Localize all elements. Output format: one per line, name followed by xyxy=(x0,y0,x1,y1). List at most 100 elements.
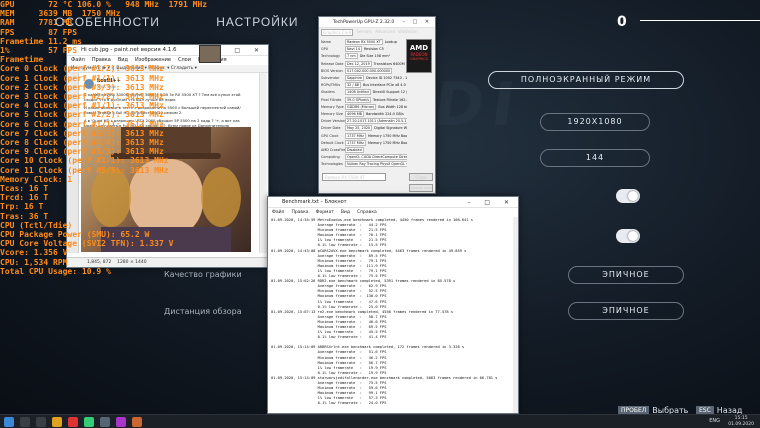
quality-option-1[interactable]: ЭПИЧНОЕ xyxy=(568,266,684,284)
gpuz-row-label: Subvendor xyxy=(321,76,340,81)
notepad-text[interactable]: 01-09-2020, 14:35:59 MetroExodus.exe ben… xyxy=(268,217,518,407)
benchmark-line: 0.1% low framerate : 24.0 FPS xyxy=(271,401,387,406)
update-button[interactable]: Update Now xyxy=(409,184,433,192)
osd-line: Trp: 16 T xyxy=(0,202,44,212)
osd-line: MEM 3639 MB 1750 MHz xyxy=(0,9,121,19)
fullscreen-option[interactable]: ПОЛНОЭКРАННЫЙ РЕЖИМ xyxy=(488,71,684,89)
app-icon[interactable] xyxy=(132,417,142,427)
gpuz-row-value: 59.0 GPixel/s xyxy=(345,96,372,103)
osd-line: FPS 87 FPS xyxy=(0,27,78,37)
osd-line: RAM 7781 MB xyxy=(0,18,73,28)
graphics-quality-label: Качество графики xyxy=(164,270,242,279)
gpuz-row: GPU Clock 1737 MHzMemory 1750 MHz Boost 1… xyxy=(321,132,407,140)
osd-line: Core 7 Clock (perf #3/3): 3613 MHz xyxy=(0,128,164,138)
osd-line: Core 9 Clock (perf #3/3): 3613 MHz xyxy=(0,147,164,157)
osd-line: GPU 72 °C 106.0 % 948 MHz 1791 MHz xyxy=(0,0,208,9)
gpuz-row-label: Name xyxy=(321,40,332,44)
menu-item[interactable]: Правка xyxy=(291,210,308,215)
window-controls[interactable]: – □ ✕ xyxy=(217,45,265,56)
gpuz-row-value: May 25, 2020 xyxy=(345,125,373,132)
osd-line: Vcore: 1.356 V xyxy=(0,248,68,258)
app-icon[interactable] xyxy=(116,417,126,427)
osd-line: Core 5 Clock (perf #2/2): 3613 MHz xyxy=(0,110,164,120)
gpuz-row-extra: Transistors 6400M xyxy=(373,61,405,66)
gpuz-row-label: GPU Clock xyxy=(321,133,339,138)
gpuz-row-extra: Memory 1750 MHz Boost 1845 MHz xyxy=(367,133,407,138)
header-divider xyxy=(640,20,760,21)
start-icon[interactable] xyxy=(4,417,14,427)
window-controls[interactable]: – □ ✕ xyxy=(467,197,515,208)
app-icon[interactable] xyxy=(84,417,94,427)
gpuz-row: BIOS Version 017.002.000.000.000000 xyxy=(321,67,407,75)
app-icon[interactable] xyxy=(100,417,110,427)
gpuz-tab[interactable]: Validation xyxy=(398,29,418,36)
gpuz-row-extra: Lookup xyxy=(384,40,397,44)
osd-line: Core 6 Clock (perf #1/1): 3613 MHz xyxy=(0,119,164,129)
toggle-1[interactable] xyxy=(616,189,640,203)
editor-sidebar[interactable] xyxy=(259,73,267,253)
gpuz-row: Driver Date May 25, 2020 Digital Signature… xyxy=(321,125,407,132)
toggle-2[interactable] xyxy=(616,229,640,243)
gpuz-row-extra: Bandwidth 224.0 GB/s xyxy=(365,112,404,117)
gpuz-info-table: Name Radeon RX 5500 XT Lookup GPU Navi 14 Rev… xyxy=(321,39,407,169)
gpuz-tabs: Graphics Card Sensors Advanced Validatio… xyxy=(319,28,435,37)
clock[interactable]: 15:15 01.09.2020 xyxy=(728,416,754,428)
gpuz-row-value: 27.20.1017.1011 (Adrenalin 20.5.1) DCH /… xyxy=(345,118,407,125)
gpuz-row-extra: Bus Width 128 bit xyxy=(378,104,407,109)
gpuz-tab[interactable]: Graphics Card xyxy=(321,29,354,36)
gpuz-window: TechPowerUp GPU-Z 2.32.0– □ ✕ Graphics C… xyxy=(318,16,436,194)
osd-line: Core 8 Clock (perf #4/4): 3613 MHz xyxy=(0,138,164,148)
osd-line: Tcas: 16 T xyxy=(0,184,49,194)
gpuz-row-label: BIOS Version xyxy=(321,68,343,73)
gpuz-row-extra: Device ID 1002 7340 - 1DA2 E423 xyxy=(366,76,407,81)
gpuz-row-value: Radeon RX 5500 XT xyxy=(345,39,383,45)
gpuz-row-value: Sapphire xyxy=(345,75,365,82)
gpuz-row: Subvendor SapphireDevice ID 1002 7340 - 1… xyxy=(321,75,407,82)
tab-settings[interactable]: НАСТРОЙКИ xyxy=(216,15,298,29)
gpuz-row-label: Technologies xyxy=(321,162,343,167)
gpuz-row: Pixel Fillrate 59.0 GPixel/s Texture Fillr… xyxy=(321,96,407,104)
menu-item[interactable]: Файл xyxy=(272,210,284,215)
gpuz-row-value: 1737 MHz xyxy=(345,132,366,139)
osd-line: Core 0 Clock (perf #1/2): 3613 MHz xyxy=(0,64,164,74)
menu-item[interactable]: Справка xyxy=(357,210,377,215)
menu-item[interactable]: Слои xyxy=(178,57,191,63)
osd-line: Trcd: 16 T xyxy=(0,193,49,203)
folder-icon[interactable] xyxy=(52,417,62,427)
gpuz-row-value: 1737 MHz xyxy=(345,139,366,146)
osd-line: Core 10 Clock (perf #1/1): 3613 MHz xyxy=(0,156,169,166)
hair xyxy=(201,167,241,227)
view-distance-label: Дистанция обзора xyxy=(164,307,242,316)
gpuz-row-label: Release Date xyxy=(321,61,344,66)
gpuz-row-label: GPU xyxy=(321,47,329,52)
scrollbar[interactable] xyxy=(513,217,518,413)
language-indicator[interactable]: ENG xyxy=(709,418,720,424)
gpuz-row-value: Dec 12, 2019 xyxy=(345,60,372,67)
menu-item[interactable]: Формат xyxy=(316,210,334,215)
fps-option[interactable]: 144 xyxy=(540,149,650,167)
gpu-select[interactable]: Radeon RX 5500 XT xyxy=(322,173,386,181)
quality-option-2[interactable]: ЭПИЧНОЕ xyxy=(568,302,684,320)
gpuz-row-extra: Texture Fillrate 162.4 GTexel/s xyxy=(373,97,407,102)
gpuz-tab[interactable]: Sensors xyxy=(356,29,372,36)
gpuz-row: Computing OpenCL CUDA DirectCompute Direc… xyxy=(321,154,407,161)
thumbnail[interactable] xyxy=(199,45,221,63)
gpuz-row: GPU Navi 14 Revision C5 xyxy=(321,46,407,53)
menu-item[interactable]: Вид xyxy=(341,210,350,215)
osd-line: CPU: 1,534 RPM xyxy=(0,257,68,267)
browser-icon[interactable] xyxy=(68,417,78,427)
gpuz-row: Driver Version 27.20.1017.1011 (Adrenalin… xyxy=(321,118,407,125)
search-icon[interactable] xyxy=(20,417,30,427)
osd-line: Core 3 Clock (perf #2/2): 3613 MHz xyxy=(0,92,164,102)
counter: 0 xyxy=(617,14,627,30)
close-button[interactable]: Close xyxy=(409,173,433,181)
gpuz-row: Shaders 1408 UnifiedDirectX Support 12 (1… xyxy=(321,89,407,96)
menu-item[interactable]: Изображение xyxy=(135,57,171,63)
window-controls[interactable]: – □ ✕ xyxy=(402,17,432,28)
gpuz-row-value: GDDR6 (Micron) xyxy=(345,103,377,110)
osd-line: Core 11 Clock (perf #5/5): 3613 MHz xyxy=(0,165,169,175)
gpuz-row-extra: Digital Signature WHQL xyxy=(374,126,407,131)
resolution-option[interactable]: 1920X1080 xyxy=(540,113,650,131)
gpuz-tab[interactable]: Advanced xyxy=(375,29,395,36)
task-view-icon[interactable] xyxy=(36,417,46,427)
